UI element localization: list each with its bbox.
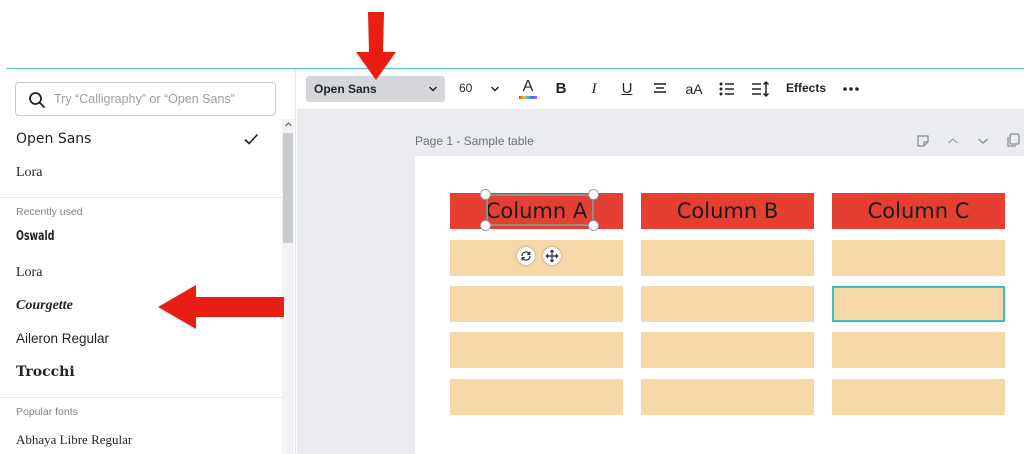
table-header-cell[interactable]: Column B xyxy=(641,193,814,229)
resize-handle[interactable] xyxy=(588,189,599,200)
red-arrow-left-icon xyxy=(158,285,284,329)
popular-fonts-heading: Popular fonts xyxy=(16,406,78,418)
italic-button[interactable]: I xyxy=(587,78,601,100)
font-item-courgette[interactable]: Courgette xyxy=(16,298,73,314)
table-cell[interactable] xyxy=(641,332,814,368)
font-item-oswald[interactable]: Oswald xyxy=(16,229,54,244)
search-icon xyxy=(29,92,45,108)
chevron-down-icon xyxy=(428,86,438,92)
table-cell[interactable] xyxy=(641,379,814,415)
canvas-area: Page 1 - Sample table Column A Column B … xyxy=(297,109,1024,454)
table-cell[interactable] xyxy=(832,379,1005,415)
font-list-divider xyxy=(0,197,282,198)
text-color-icon: A xyxy=(522,78,534,95)
rotate-icon[interactable] xyxy=(517,247,535,265)
recently-used-heading: Recently used xyxy=(16,206,83,218)
table-cell-selected[interactable] xyxy=(832,286,1005,322)
resize-handle[interactable] xyxy=(588,220,599,231)
bullet-list-icon[interactable] xyxy=(718,78,736,100)
table-cell[interactable] xyxy=(832,240,1005,276)
scroll-up-icon[interactable] xyxy=(284,120,293,129)
font-panel: Open Sans Lora Recently used Oswald Lora… xyxy=(0,69,296,454)
text-selection-box[interactable] xyxy=(486,194,594,226)
more-options-icon[interactable] xyxy=(842,78,860,100)
text-color-button[interactable]: A xyxy=(517,78,539,100)
red-arrow-down-icon xyxy=(356,12,396,80)
table-cell[interactable] xyxy=(450,286,623,322)
font-search-box[interactable] xyxy=(15,82,276,116)
scrollbar-thumb[interactable] xyxy=(283,133,293,243)
table-cell[interactable] xyxy=(832,332,1005,368)
check-icon xyxy=(244,133,259,145)
line-spacing-icon[interactable] xyxy=(750,78,770,100)
letter-case-button[interactable]: aA xyxy=(683,78,705,100)
table-cell[interactable] xyxy=(641,286,814,322)
page-title[interactable]: Page 1 - Sample table xyxy=(415,134,534,148)
table-cell[interactable] xyxy=(450,379,623,415)
font-item-open-sans[interactable]: Open Sans xyxy=(16,131,91,147)
duplicate-page-icon[interactable] xyxy=(1006,133,1020,148)
table-header-cell[interactable]: Column C xyxy=(832,193,1005,229)
effects-button[interactable]: Effects xyxy=(786,81,826,95)
font-size-value[interactable]: 60 xyxy=(459,81,472,95)
chevron-down-icon[interactable] xyxy=(977,137,989,145)
font-item-abhaya-libre[interactable]: Abhaya Libre Regular xyxy=(16,432,132,448)
font-item-lora[interactable]: Lora xyxy=(16,165,42,181)
font-size-chevron-down-icon[interactable] xyxy=(490,85,500,93)
move-icon[interactable] xyxy=(543,247,561,265)
table-cell[interactable] xyxy=(450,332,623,368)
text-toolbar: Open Sans 60 A B I U aA Effects xyxy=(297,69,1024,109)
font-item-lora-recent[interactable]: Lora xyxy=(16,265,42,281)
font-family-value: Open Sans xyxy=(314,82,377,96)
font-item-aileron[interactable]: Aileron Regular xyxy=(16,331,109,346)
table-cell[interactable] xyxy=(641,240,814,276)
color-bar xyxy=(519,96,537,99)
resize-handle[interactable] xyxy=(480,220,491,231)
font-search-input[interactable] xyxy=(54,83,269,115)
chevron-up-icon[interactable] xyxy=(947,137,959,145)
underline-button[interactable]: U xyxy=(620,78,634,100)
resize-handle[interactable] xyxy=(480,189,491,200)
bold-button[interactable]: B xyxy=(553,78,569,100)
font-list-divider xyxy=(0,397,282,398)
align-center-icon[interactable] xyxy=(652,78,668,100)
note-icon[interactable] xyxy=(916,134,930,148)
table-cell[interactable] xyxy=(450,240,623,276)
font-item-trocchi[interactable]: Trocchi xyxy=(16,364,75,380)
